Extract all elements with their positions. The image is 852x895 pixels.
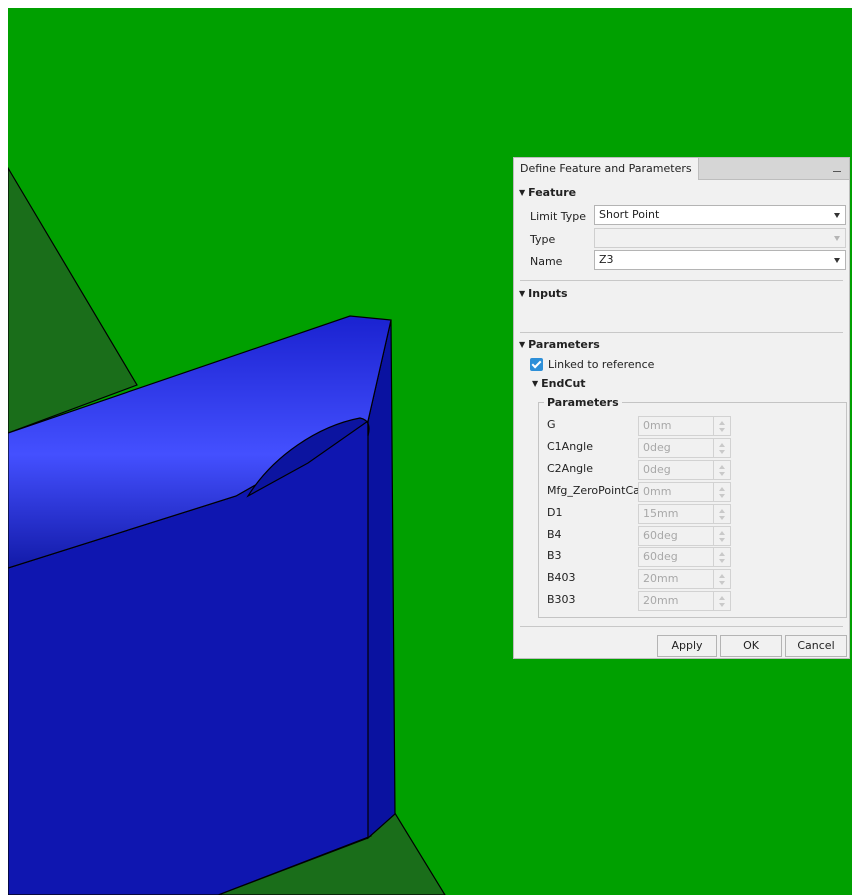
spin-down-icon[interactable] — [719, 493, 725, 498]
parameters-section-label: Parameters — [528, 338, 600, 351]
param-spinner — [714, 503, 731, 524]
endcut-subsection-header[interactable]: ▼ EndCut — [532, 377, 586, 390]
param-spinner — [714, 525, 731, 546]
feature-section-label: Feature — [528, 186, 577, 199]
spin-down-icon[interactable] — [719, 559, 725, 564]
minimize-icon[interactable] — [831, 162, 843, 174]
endcut-label: EndCut — [541, 377, 586, 390]
separator — [520, 280, 843, 281]
param-name: D1 — [547, 505, 563, 519]
ok-button[interactable]: OK — [720, 635, 782, 657]
param-spinner — [714, 416, 731, 436]
name-value: Z3 — [599, 253, 614, 266]
spin-up-icon[interactable] — [719, 508, 725, 513]
feature-section-header[interactable]: ▼ Feature — [519, 186, 576, 199]
spin-up-icon[interactable] — [719, 552, 725, 557]
spin-down-icon[interactable] — [719, 449, 725, 454]
limit-type-value: Short Point — [599, 208, 660, 221]
parameters-group-title: Parameters — [544, 396, 622, 409]
dialog-title-tab[interactable]: Define Feature and Parameters — [514, 158, 699, 180]
define-feature-dialog: Define Feature and Parameters ▼ Feature L… — [513, 157, 850, 659]
spin-up-icon[interactable] — [719, 574, 725, 579]
param-spinner — [714, 481, 731, 502]
param-value-input[interactable]: 0mm — [638, 416, 714, 436]
spin-down-icon[interactable] — [719, 515, 725, 520]
name-dropdown[interactable]: Z3 — [594, 250, 846, 270]
dialog-titlebar: Define Feature and Parameters — [514, 158, 849, 180]
apply-button[interactable]: Apply — [657, 635, 717, 657]
spin-down-icon[interactable] — [719, 471, 725, 476]
param-name: B303 — [547, 593, 576, 607]
spin-up-icon[interactable] — [719, 442, 725, 447]
param-name: B4 — [547, 527, 562, 541]
param-name: Mfg_ZeroPointCalc — [547, 483, 649, 497]
spin-down-icon[interactable] — [719, 428, 725, 432]
limit-type-dropdown[interactable]: Short Point — [594, 205, 846, 225]
inputs-section-header[interactable]: ▼ Inputs — [519, 287, 568, 300]
spin-up-icon[interactable] — [719, 421, 725, 425]
param-spinner — [714, 547, 731, 568]
param-value-input[interactable]: 20mm — [638, 591, 714, 612]
spin-down-icon[interactable] — [719, 581, 725, 586]
param-name: C1Angle — [547, 439, 593, 453]
param-name: G — [547, 418, 556, 431]
limit-type-label: Limit Type — [530, 210, 587, 223]
expand-triangle-icon: ▼ — [519, 188, 526, 197]
cancel-button[interactable]: Cancel — [785, 635, 847, 657]
param-value-input[interactable]: 15mm — [638, 503, 714, 524]
param-spinner — [714, 437, 731, 458]
expand-triangle-icon: ▼ — [519, 289, 526, 298]
spin-up-icon[interactable] — [719, 486, 725, 491]
parameters-section-header[interactable]: ▼ Parameters — [519, 338, 600, 351]
param-value-input[interactable]: 20mm — [638, 569, 714, 590]
param-name: B3 — [547, 549, 562, 563]
separator — [520, 332, 843, 333]
param-name: C2Angle — [547, 461, 593, 475]
linked-to-reference-checkbox[interactable] — [530, 358, 543, 371]
dropdown-arrow-icon — [834, 236, 840, 241]
param-value-input[interactable]: 0deg — [638, 437, 714, 458]
param-spinner — [714, 569, 731, 590]
param-value-input[interactable]: 60deg — [638, 547, 714, 568]
inputs-section-label: Inputs — [528, 287, 568, 300]
separator — [520, 626, 843, 627]
param-spinner — [714, 459, 731, 480]
type-dropdown[interactable] — [594, 228, 846, 248]
param-value-input[interactable]: 0deg — [638, 459, 714, 480]
spin-up-icon[interactable] — [719, 596, 725, 601]
linked-to-reference-label: Linked to reference — [548, 358, 655, 371]
param-value-input[interactable]: 60deg — [638, 525, 714, 546]
spin-up-icon[interactable] — [719, 530, 725, 535]
param-spinner — [714, 591, 731, 612]
type-label: Type — [530, 233, 556, 246]
dropdown-arrow-icon — [834, 258, 840, 263]
spin-down-icon[interactable] — [719, 603, 725, 608]
param-value-input[interactable]: 0mm — [638, 481, 714, 502]
expand-triangle-icon: ▼ — [532, 379, 539, 388]
spin-up-icon[interactable] — [719, 464, 725, 469]
name-label: Name — [530, 255, 563, 268]
dropdown-arrow-icon — [834, 213, 840, 218]
param-name: B403 — [547, 571, 576, 585]
expand-triangle-icon: ▼ — [519, 340, 526, 349]
spin-down-icon[interactable] — [719, 537, 725, 542]
